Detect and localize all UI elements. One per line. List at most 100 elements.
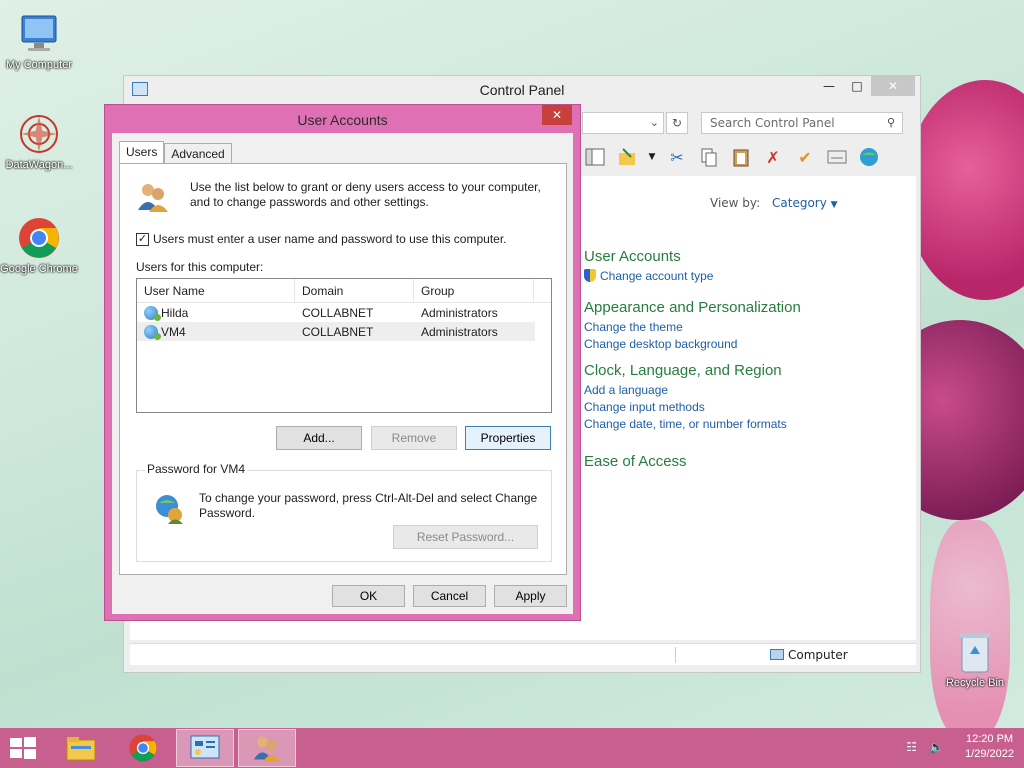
category-user-accounts: User Accounts Change account type	[584, 248, 713, 285]
clock-date: 1/29/2022	[965, 748, 1014, 760]
link-change-date-formats[interactable]: Change date, time, or number formats	[584, 416, 787, 433]
remove-user-button[interactable]: Remove	[371, 426, 457, 450]
category-heading[interactable]: Ease of Access	[584, 453, 687, 470]
copy-icon[interactable]	[698, 146, 720, 168]
chevron-down-icon[interactable]: ▼	[831, 200, 838, 210]
checkmark-icon[interactable]: ✔	[794, 146, 816, 168]
search-icon[interactable]: ⚲	[887, 116, 895, 129]
category-clock-language-region: Clock, Language, and Region Add a langua…	[584, 362, 787, 433]
user-name-cell: VM4	[137, 324, 295, 340]
maximize-button[interactable]: □	[843, 76, 871, 96]
user-icon	[144, 324, 161, 340]
computer-icon	[770, 649, 784, 660]
minimize-button[interactable]: —	[815, 76, 843, 96]
status-location: Computer	[770, 648, 848, 662]
chrome-icon	[17, 216, 61, 260]
add-user-button[interactable]: Add...	[276, 426, 362, 450]
group-cell: Administrators	[421, 324, 498, 339]
desktop-icon-my-computer[interactable]: My Computer	[0, 12, 78, 73]
desktop-icon-datawagon[interactable]: DataWagon...	[0, 112, 78, 173]
column-header-filler	[534, 279, 551, 302]
column-header-domain[interactable]: Domain	[295, 279, 414, 302]
datawagon-icon	[17, 112, 61, 156]
cut-icon[interactable]: ✂	[666, 146, 688, 168]
recycle-bin-icon	[953, 630, 997, 674]
desktop-icon-google-chrome[interactable]: Google Chrome	[0, 216, 78, 277]
category-heading[interactable]: User Accounts	[584, 248, 713, 265]
view-by-dropdown[interactable]: Category ▼	[772, 196, 838, 210]
domain-cell: COLLABNET	[302, 324, 374, 339]
desktop-icon-label: DataWagon...	[5, 159, 73, 171]
properties-button[interactable]: Properties	[465, 426, 551, 450]
table-row[interactable]: Hilda COLLABNET Administrators	[137, 303, 551, 322]
refresh-button[interactable]: ↻	[666, 112, 688, 134]
dialog-close-button[interactable]: ✕	[542, 105, 572, 125]
dialog-body: Users Advanced Use the list below to gra…	[112, 133, 573, 614]
wallpaper-flower-petal	[905, 80, 1024, 300]
users-table: User Name Domain Group Hilda COLLABNET A…	[136, 278, 552, 413]
dropdown-arrow-icon[interactable]: ▼	[648, 146, 656, 168]
delete-icon[interactable]: ✗	[762, 146, 784, 168]
link-change-desktop-background[interactable]: Change desktop background	[584, 336, 801, 353]
chevron-down-icon[interactable]: ⌄	[650, 116, 659, 129]
properties-icon[interactable]	[826, 146, 848, 168]
user-accounts-dialog: User Accounts ✕ Users Advanced Use the l…	[104, 104, 581, 621]
close-button[interactable]: ✕	[871, 76, 915, 96]
category-appearance: Appearance and Personalization Change th…	[584, 299, 801, 353]
link-add-language[interactable]: Add a language	[584, 382, 787, 399]
network-icon[interactable]: ☷	[906, 740, 917, 754]
control-panel-titlebar[interactable]: Control Panel — □ ✕	[124, 76, 920, 104]
taskbar-user-accounts[interactable]	[238, 729, 296, 767]
table-row[interactable]: VM4 COLLABNET Administrators	[137, 322, 535, 341]
category-heading[interactable]: Clock, Language, and Region	[584, 362, 787, 379]
users-list-label: Users for this computer:	[136, 260, 264, 274]
users-icon	[136, 180, 170, 214]
column-header-user-name[interactable]: User Name	[137, 279, 295, 302]
require-login-checkbox[interactable]: ✓	[136, 232, 149, 246]
view-by: View by: Category ▼	[710, 196, 838, 210]
volume-muted-icon[interactable]: 🔈	[929, 740, 944, 754]
link-change-account-type[interactable]: Change account type	[584, 268, 713, 285]
folder-icon	[66, 737, 96, 761]
category-heading[interactable]: Appearance and Personalization	[584, 299, 801, 316]
taskbar: ☷ 🔈 12:20 PM 1/29/2022	[0, 728, 1024, 768]
clock[interactable]: 12:20 PM 1/29/2022	[965, 732, 1014, 762]
ok-button[interactable]: OK	[332, 585, 405, 607]
address-bar[interactable]: ⌄	[582, 112, 664, 134]
desktop-icon-label: Recycle Bin	[945, 677, 1005, 689]
require-login-label[interactable]: Users must enter a user name and passwor…	[153, 232, 507, 246]
toolbar: ▼ ✂ ✗ ✔	[584, 142, 912, 172]
view-by-label: View by:	[710, 196, 761, 210]
globe-icon[interactable]	[858, 146, 880, 168]
window-title: Control Panel	[479, 82, 565, 98]
password-help-text: To change your password, press Ctrl-Alt-…	[199, 491, 538, 520]
view-by-value[interactable]: Category	[772, 196, 827, 210]
dialog-title: User Accounts	[297, 112, 388, 128]
folder-options-icon[interactable]	[616, 146, 638, 168]
status-divider	[675, 647, 676, 663]
link-change-input-methods[interactable]: Change input methods	[584, 399, 787, 416]
desktop-icon-recycle-bin[interactable]: Recycle Bin	[936, 630, 1014, 691]
reset-password-button[interactable]: Reset Password...	[393, 525, 538, 549]
tab-advanced[interactable]: Advanced	[164, 143, 232, 163]
cancel-button[interactable]: Cancel	[413, 585, 486, 607]
taskbar-file-explorer[interactable]	[52, 729, 110, 767]
apply-button[interactable]: Apply	[494, 585, 567, 607]
category-ease-of-access: Ease of Access	[584, 453, 687, 473]
domain-cell: COLLABNET	[302, 305, 374, 320]
search-input[interactable]: Search Control Panel ⚲	[701, 112, 903, 134]
layout-icon[interactable]	[584, 146, 606, 168]
dialog-titlebar[interactable]: User Accounts ✕	[105, 105, 580, 133]
column-header-group[interactable]: Group	[414, 279, 534, 302]
windows-logo-icon	[10, 737, 36, 759]
password-group: Password for VM4 To change your password…	[136, 462, 552, 562]
taskbar-control-panel[interactable]	[176, 729, 234, 767]
user-name-cell: Hilda	[137, 305, 295, 321]
taskbar-chrome[interactable]	[114, 729, 172, 767]
tab-users[interactable]: Users	[119, 141, 165, 163]
paste-icon[interactable]	[730, 146, 752, 168]
users-tab-panel: Use the list below to grant or deny user…	[119, 163, 567, 575]
start-button[interactable]	[8, 736, 38, 760]
link-change-theme[interactable]: Change the theme	[584, 319, 801, 336]
password-group-label: Password for VM4	[145, 462, 248, 476]
